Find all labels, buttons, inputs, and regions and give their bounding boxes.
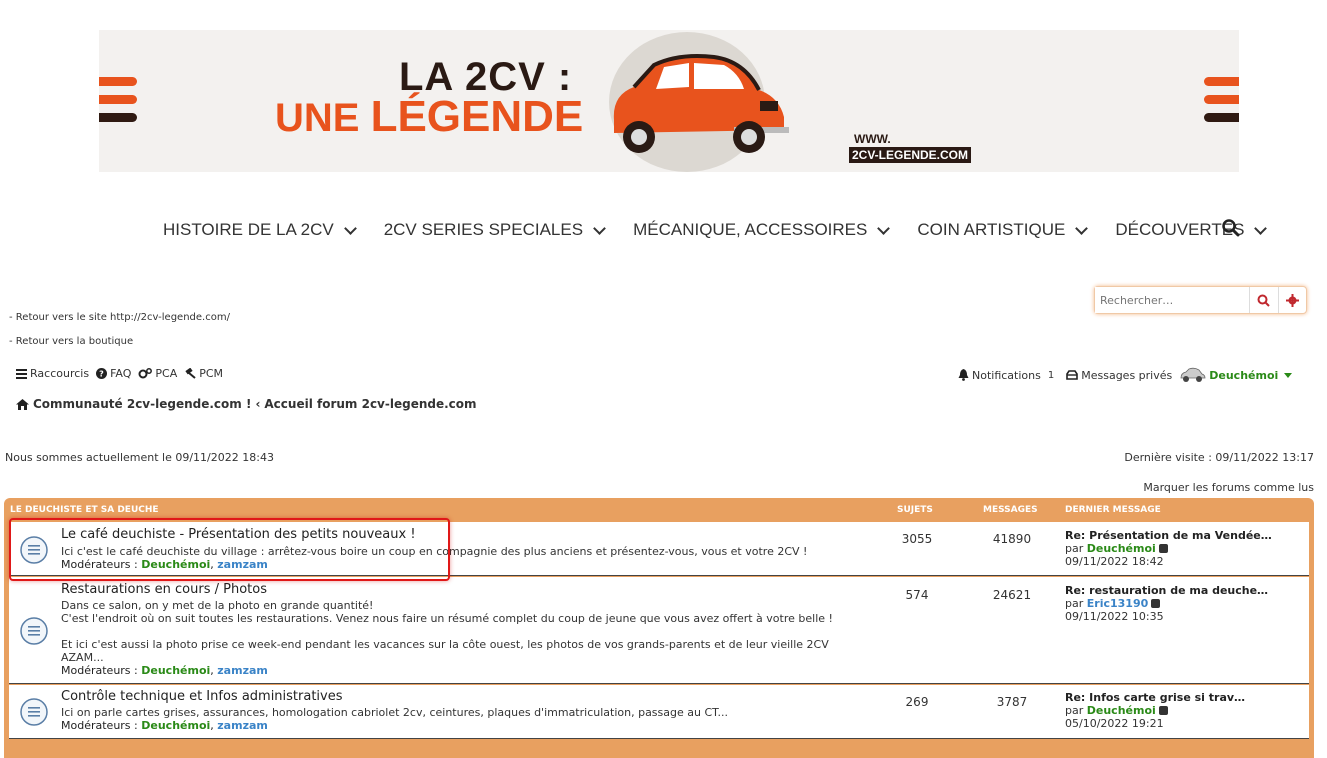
header-topics: SUJETS xyxy=(897,505,933,515)
pca-link[interactable]: PCA xyxy=(138,367,177,380)
banner-title-line2: UNE LÉGENDE xyxy=(275,92,584,141)
last-post-title[interactable]: Re: Infos carte grise si trav… xyxy=(1065,691,1245,704)
search-icon xyxy=(1257,294,1270,307)
banner-domain: 2CV-LEGENDE.COM xyxy=(849,147,972,163)
forum-read-icon xyxy=(20,698,48,726)
breadcrumb: Communauté 2cv-legende.com ! ‹ Accueil f… xyxy=(16,397,477,411)
menu-icon xyxy=(16,368,27,379)
notification-count: 1 xyxy=(1047,369,1055,381)
last-post: Re: restauration de ma deuche… par Eric1… xyxy=(1065,584,1269,623)
last-post: Re: Présentation de ma Vendée… par Deuch… xyxy=(1065,529,1272,568)
topics-count: 3055 xyxy=(901,532,933,546)
last-post-title[interactable]: Re: restauration de ma deuche… xyxy=(1065,584,1268,597)
chevron-down-icon xyxy=(1075,221,1089,235)
notifications-button[interactable]: Notifications 1 xyxy=(958,369,1060,382)
last-post: Re: Infos carte grise si trav… par Deuch… xyxy=(1065,691,1246,730)
banner-stripes-right xyxy=(1204,77,1239,131)
moderator-link[interactable]: zamzam xyxy=(217,719,268,732)
forum-read-icon xyxy=(20,617,48,645)
moderators: Modérateurs : Deuchémoi, zamzam xyxy=(61,719,268,732)
link-back-to-site[interactable]: - Retour vers le site http://2cv-legende… xyxy=(9,312,230,323)
site-banner[interactable]: LA 2CV : UNE LÉGENDE WWW. 2CV-LEGENDE.CO… xyxy=(99,30,1239,172)
chevron-down-icon xyxy=(593,221,606,235)
user-bar: Notifications 1 Messages privés Deuchémo… xyxy=(958,367,1293,383)
banner-www: WWW. xyxy=(854,132,891,146)
last-post-author[interactable]: Eric13190 xyxy=(1087,597,1149,610)
moderators: Modérateurs : Deuchémoi, zamzam xyxy=(61,664,268,677)
main-nav: HISTOIRE DE LA 2CV 2CV SERIES SPECIALES … xyxy=(163,220,1268,240)
header-posts: MESSAGES xyxy=(983,505,1038,515)
moderator-link[interactable]: zamzam xyxy=(217,664,268,677)
forum-description: Dans ce salon, on y met de la photo en g… xyxy=(61,599,833,664)
pcm-link[interactable]: PCM xyxy=(184,367,223,380)
banner-stripes-left xyxy=(99,77,137,131)
posts-count: 3787 xyxy=(996,695,1028,709)
nav-decouvertes[interactable]: DÉCOUVERTES xyxy=(1115,220,1268,240)
chevron-down-icon xyxy=(343,221,357,235)
goto-post-icon[interactable] xyxy=(1158,544,1168,553)
forum-description: Ici on parle cartes grises, assurances, … xyxy=(61,706,729,719)
topics-count: 574 xyxy=(905,588,929,602)
forum-row: Restaurations en cours / Photos Dans ce … xyxy=(9,577,1309,684)
breadcrumb-separator: ‹ xyxy=(255,397,261,411)
highlight-box xyxy=(9,518,450,581)
shortcuts-menu[interactable]: Raccourcis xyxy=(16,367,89,380)
forum-row: Contrôle technique et Infos administrati… xyxy=(9,685,1309,739)
quick-links-bar: Raccourcis ? FAQ PCA PCM xyxy=(16,367,223,380)
breadcrumb-forum[interactable]: Accueil forum 2cv-legende.com xyxy=(264,397,476,411)
last-post-date: 05/10/2022 19:21 xyxy=(1065,717,1164,730)
bell-icon xyxy=(958,369,969,381)
chevron-down-icon xyxy=(877,221,891,235)
user-menu[interactable]: Deuchémoi xyxy=(1178,367,1293,383)
nav-histoire[interactable]: HISTOIRE DE LA 2CV xyxy=(163,220,357,240)
forum-search-button[interactable] xyxy=(1249,287,1278,313)
posts-count: 41890 xyxy=(992,532,1032,546)
current-time: Nous sommes actuellement le 09/11/2022 1… xyxy=(5,451,274,464)
gear-icon xyxy=(1285,293,1299,307)
avatar xyxy=(1180,367,1206,382)
cogs-icon xyxy=(138,368,153,379)
goto-post-icon[interactable] xyxy=(1151,599,1161,608)
moderator-link[interactable]: Deuchémoi xyxy=(141,664,210,677)
last-post-title[interactable]: Re: Présentation de ma Vendée… xyxy=(1065,529,1272,542)
private-messages-button[interactable]: Messages privés xyxy=(1066,369,1172,382)
category-title[interactable]: LE DEUCHISTE ET SA DEUCHE xyxy=(10,505,159,515)
forum-title[interactable]: Contrôle technique et Infos administrati… xyxy=(61,689,343,704)
last-post-author[interactable]: Deuchémoi xyxy=(1087,542,1156,555)
mark-forums-read-link[interactable]: Marquer les forums comme lus xyxy=(1143,481,1314,494)
moderator-link[interactable]: Deuchémoi xyxy=(141,719,210,732)
forum-title[interactable]: Restaurations en cours / Photos xyxy=(61,582,267,597)
faq-link[interactable]: ? FAQ xyxy=(96,367,131,380)
last-post-date: 09/11/2022 10:35 xyxy=(1065,610,1164,623)
nav-series-speciales[interactable]: 2CV SERIES SPECIALES xyxy=(384,220,606,240)
chevron-down-icon xyxy=(1254,221,1268,235)
search-icon[interactable] xyxy=(1222,219,1240,237)
nav-mecanique[interactable]: MÉCANIQUE, ACCESSOIRES xyxy=(633,220,891,240)
topics-count: 269 xyxy=(905,695,929,709)
link-back-to-shop[interactable]: - Retour vers la boutique xyxy=(9,336,133,347)
forum-search-box xyxy=(1094,286,1307,314)
header-last-post: DERNIER MESSAGE xyxy=(1065,505,1161,515)
goto-post-icon[interactable] xyxy=(1158,706,1168,715)
gavel-icon xyxy=(185,368,196,379)
svg-text:?: ? xyxy=(99,370,104,379)
advanced-search-button[interactable] xyxy=(1277,287,1307,313)
last-visit: Dernière visite : 09/11/2022 13:17 xyxy=(1124,451,1314,464)
last-post-author[interactable]: Deuchémoi xyxy=(1087,704,1156,717)
inbox-icon xyxy=(1066,370,1079,380)
nav-coin-artistique[interactable]: COIN ARTISTIQUE xyxy=(917,220,1089,240)
last-post-date: 09/11/2022 18:42 xyxy=(1065,555,1164,568)
breadcrumb-home[interactable]: Communauté 2cv-legende.com ! xyxy=(33,397,251,411)
forum-search-input[interactable] xyxy=(1095,287,1249,313)
question-icon: ? xyxy=(96,368,108,379)
home-icon xyxy=(16,398,29,410)
posts-count: 24621 xyxy=(992,588,1032,602)
caret-down-icon xyxy=(1284,372,1293,378)
car-logo-icon xyxy=(613,54,789,153)
username: Deuchémoi xyxy=(1209,368,1279,382)
